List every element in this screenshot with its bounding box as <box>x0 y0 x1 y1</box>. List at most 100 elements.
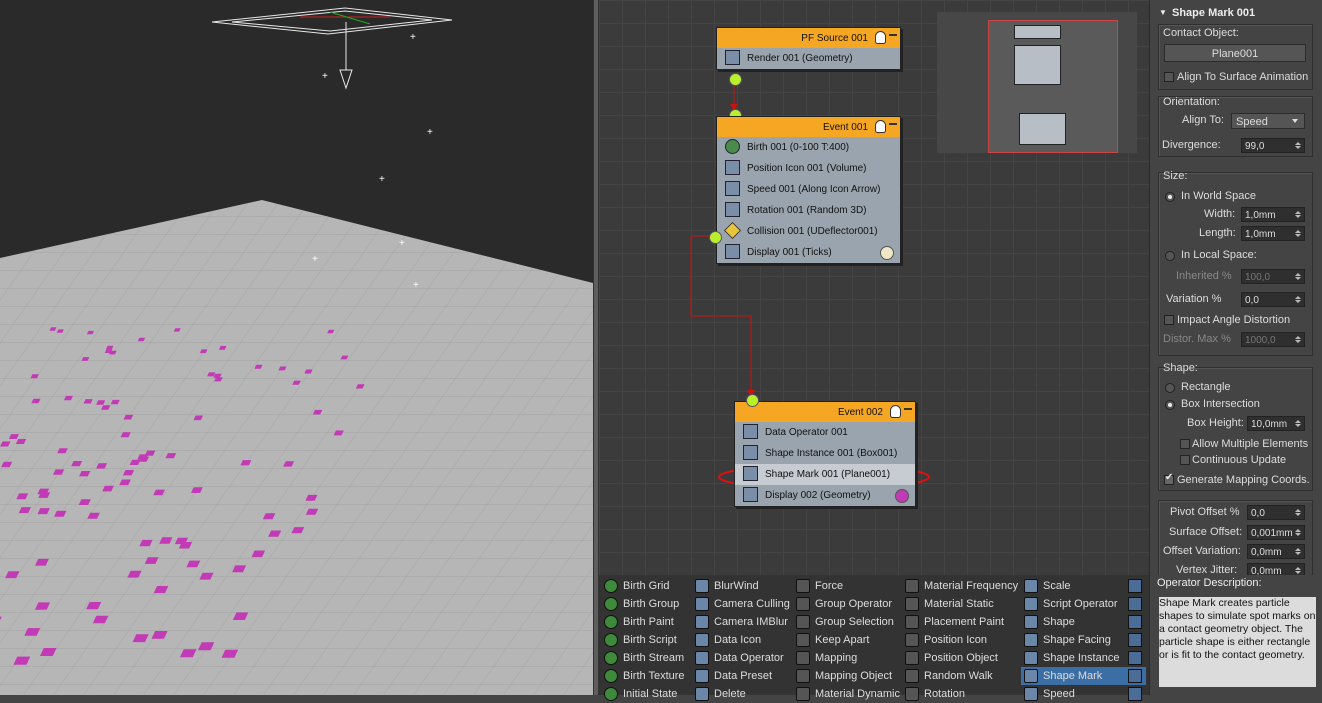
depot-item[interactable]: Material Frequency <box>902 577 1040 595</box>
operator-icon <box>1024 687 1038 701</box>
allow-multiple-label: Allow Multiple Elements <box>1192 438 1309 450</box>
depot-action-icon[interactable] <box>1128 651 1142 665</box>
continuous-update-label: Continuous Update <box>1192 454 1287 466</box>
depot-action-icon[interactable] <box>1128 669 1142 683</box>
event-001[interactable]: Event 001 Birth 001 (0-100 T:400) Positi… <box>716 116 901 264</box>
particle-view-canvas[interactable]: PF Source 001 Render 001 (Geometry) Even… <box>599 0 1149 575</box>
rollout-title[interactable]: Shape Mark 001 <box>1172 7 1255 19</box>
box-intersection-radio[interactable] <box>1165 400 1175 410</box>
input-socket-event-002[interactable] <box>746 394 759 407</box>
allow-multiple-checkbox[interactable] <box>1180 439 1190 449</box>
divergence-label: Divergence: <box>1162 139 1221 151</box>
minimize-icon[interactable] <box>904 408 912 410</box>
description-text: Shape Mark creates particle shapes to si… <box>1159 597 1316 687</box>
depot-item-label: Position Object <box>924 652 998 664</box>
operator-icon <box>796 579 810 593</box>
width-spinner[interactable]: 1,0mm <box>1241 207 1305 222</box>
operator-icon <box>604 669 618 683</box>
operator-icon <box>604 687 618 701</box>
continuous-update-checkbox[interactable] <box>1180 455 1190 465</box>
offset-variation-spinner[interactable]: 0,0mm <box>1247 544 1305 559</box>
operator-icon <box>1024 651 1038 665</box>
collision-output-socket[interactable] <box>709 231 722 244</box>
depot-item-label: Shape Facing <box>1043 634 1111 646</box>
variation-spinner[interactable]: 0,0 <box>1241 292 1305 307</box>
depot-action-icon[interactable] <box>1128 633 1142 647</box>
operator-description-panel: Operator Description: Shape Mark creates… <box>1149 575 1322 695</box>
depot-item-label: Force <box>815 580 844 592</box>
depot-item-label: Camera Culling <box>714 598 790 610</box>
bulb-icon[interactable] <box>890 405 901 418</box>
operator-depot: Birth Grid Birth Group Birth Paint Birth Sc… <box>599 575 1149 701</box>
data-operator-icon <box>743 424 758 439</box>
depot-item[interactable]: Position Object <box>902 649 1040 667</box>
depot-item-label: Script Operator <box>1043 598 1118 610</box>
minimize-icon[interactable] <box>889 123 897 125</box>
surface-offset-label: Surface Offset: <box>1169 526 1243 538</box>
collapse-arrow-icon[interactable]: ▼ <box>1159 0 1167 26</box>
inherited-spinner[interactable]: 100,0 <box>1241 269 1305 284</box>
operator-display-2[interactable]: Display 002 (Geometry) <box>735 485 915 506</box>
size-label: Size: <box>1163 170 1188 182</box>
display-color-swatch[interactable] <box>880 246 894 260</box>
pivot-offset-spinner[interactable]: 0,0 <box>1247 505 1305 520</box>
event-002[interactable]: Event 002 Data Operator 001 Shape Instan… <box>734 401 916 507</box>
generate-mapping-checkbox[interactable]: ✔ <box>1164 472 1174 485</box>
align-surface-checkbox[interactable] <box>1164 72 1174 82</box>
rectangle-radio[interactable] <box>1165 383 1175 393</box>
operator-icon <box>695 687 709 701</box>
contact-object-label: Contact Object: <box>1163 27 1239 39</box>
operator-data-operator[interactable]: Data Operator 001 <box>735 422 915 443</box>
operator-speed[interactable]: Speed 001 (Along Icon Arrow) <box>717 179 900 200</box>
operator-icon <box>695 597 709 611</box>
output-socket[interactable] <box>729 73 742 86</box>
operator-display[interactable]: Display 001 (Ticks) <box>717 242 900 263</box>
depot-item[interactable]: Rotation <box>902 685 1040 703</box>
event-pf-source[interactable]: PF Source 001 Render 001 (Geometry) <box>716 27 901 70</box>
depot-item-label: Data Icon <box>714 634 762 646</box>
operator-rotation[interactable]: Rotation 001 (Random 3D) <box>717 200 900 221</box>
operator-shape-instance[interactable]: Shape Instance 001 (Box001) <box>735 443 915 464</box>
depot-item[interactable]: Placement Paint <box>902 613 1040 631</box>
depot-item-label: Birth Grid <box>623 580 670 592</box>
operator-render[interactable]: Render 001 (Geometry) <box>717 48 900 69</box>
depot-item-label: Material Static <box>924 598 994 610</box>
operator-position-icon[interactable]: Position Icon 001 (Volume) <box>717 158 900 179</box>
bulb-icon[interactable] <box>875 120 886 133</box>
depot-item[interactable]: Material Static <box>902 595 1040 613</box>
impact-angle-checkbox[interactable] <box>1164 315 1174 325</box>
depot-action-icon[interactable] <box>1128 615 1142 629</box>
local-space-radio[interactable] <box>1165 251 1175 261</box>
svg-text:+: + <box>427 127 433 138</box>
operator-icon <box>1024 579 1038 593</box>
svg-text:+: + <box>322 71 328 82</box>
test-collision[interactable]: Collision 001 (UDeflector001) <box>717 221 900 242</box>
minimize-icon[interactable] <box>889 34 897 36</box>
depot-item[interactable]: Position Icon <box>902 631 1040 649</box>
depot-action-icon[interactable] <box>1128 579 1142 593</box>
operator-birth[interactable]: Birth 001 (0-100 T:400) <box>717 137 900 158</box>
length-spinner[interactable]: 1,0mm <box>1241 226 1305 241</box>
distor-spinner[interactable]: 1000,0 <box>1241 332 1305 347</box>
operator-icon <box>604 615 618 629</box>
depot-action-icon[interactable] <box>1128 687 1142 701</box>
world-space-radio[interactable] <box>1165 192 1175 202</box>
operator-shape-mark[interactable]: Shape Mark 001 (Plane001) <box>735 464 915 485</box>
box-height-spinner[interactable]: 10,0mm <box>1247 416 1305 431</box>
viewport-scene: + + + + + + + <box>0 7 593 695</box>
depot-action-icon[interactable] <box>1128 597 1142 611</box>
display-color-swatch[interactable] <box>895 489 909 503</box>
checkmark-icon: ✔ <box>1165 472 1174 483</box>
svg-text:+: + <box>379 174 385 185</box>
svg-text:+: + <box>413 280 419 291</box>
perspective-viewport[interactable]: + + + + + + + <box>0 0 593 695</box>
bulb-icon[interactable] <box>875 31 886 44</box>
operator-icon <box>695 579 709 593</box>
surface-offset-spinner[interactable]: 0,001mm <box>1247 525 1305 540</box>
operator-icon <box>796 651 810 665</box>
divergence-spinner[interactable]: 99,0 <box>1241 138 1305 153</box>
depot-item[interactable]: Random Walk <box>902 667 1040 685</box>
operator-icon <box>796 687 810 701</box>
contact-object-button[interactable]: Plane001 <box>1164 44 1306 62</box>
align-to-dropdown[interactable]: Speed <box>1231 113 1305 129</box>
